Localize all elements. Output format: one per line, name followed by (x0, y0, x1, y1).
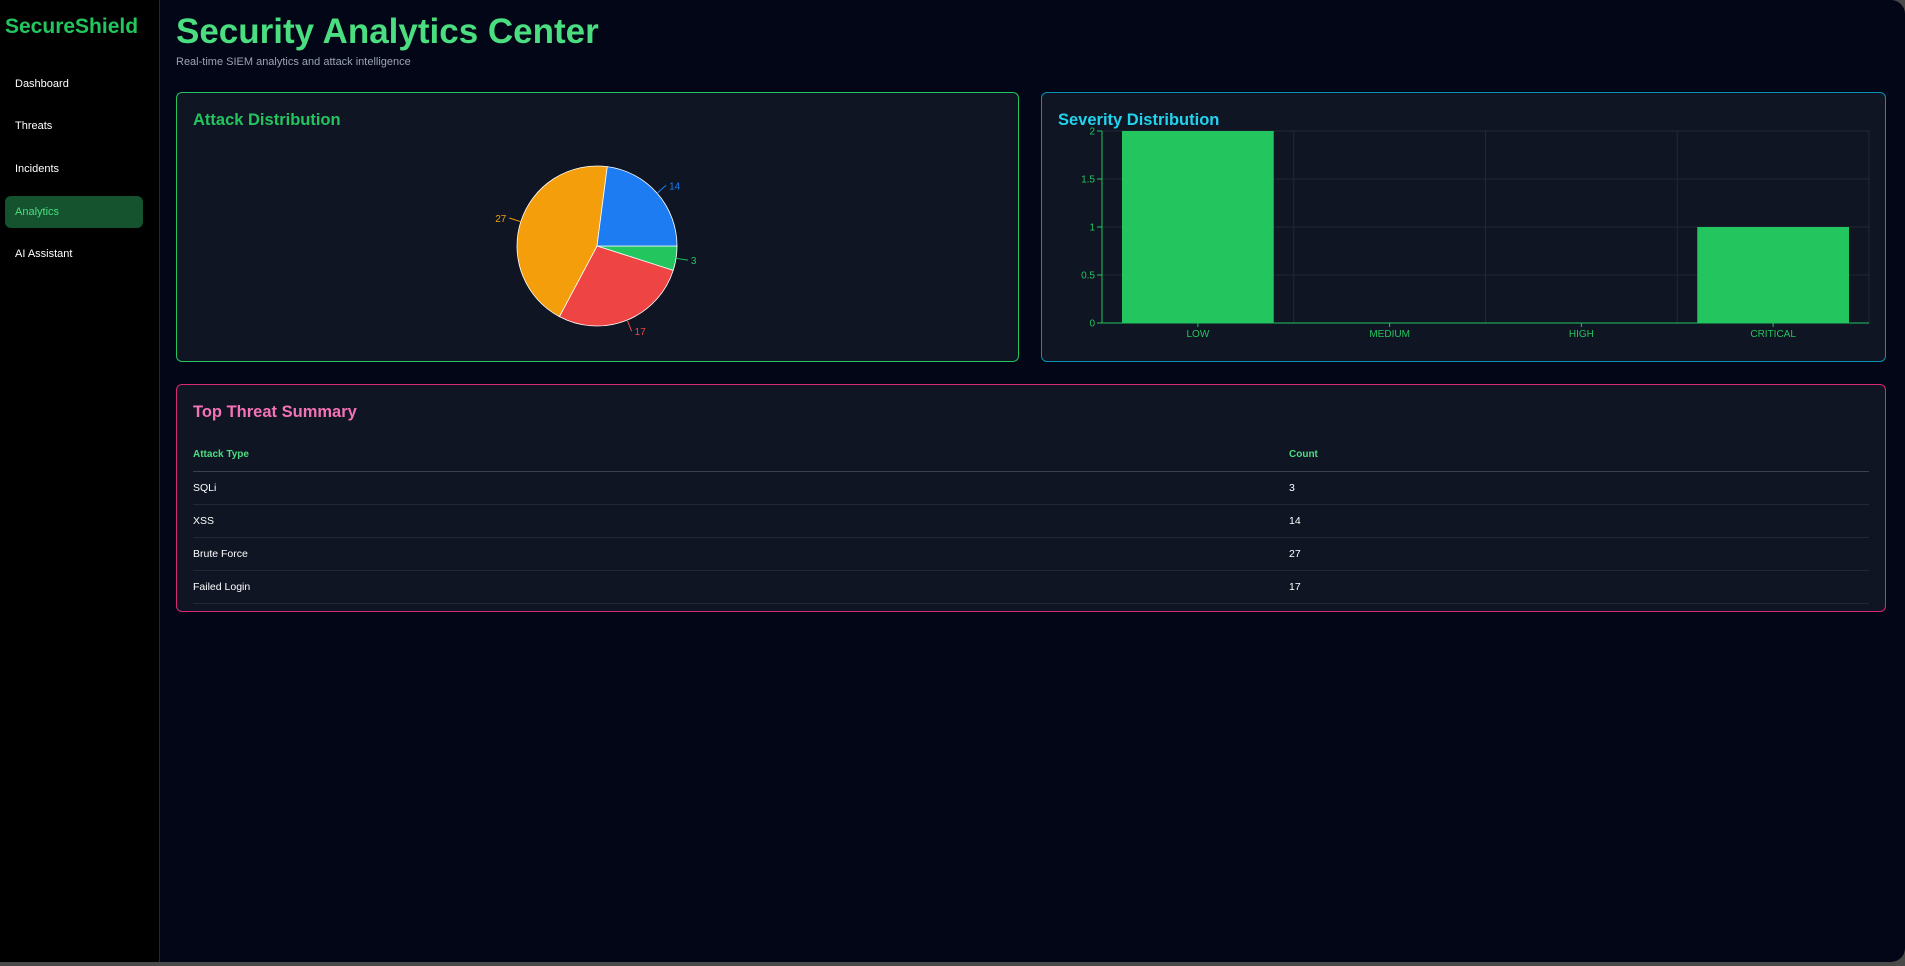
cell-attack-type: SQLi (193, 471, 1289, 505)
cell-attack-type: Failed Login (193, 570, 1289, 604)
cell-attack-type: Brute Force (193, 537, 1289, 571)
bar-low[interactable] (1122, 131, 1274, 323)
y-tick-label: 1.5 (1081, 175, 1095, 186)
table-header-row: Attack Type Count (193, 439, 1869, 472)
sidebar-item-analytics[interactable]: Analytics (5, 196, 143, 228)
table-row: XSS 14 (193, 504, 1869, 538)
table-row: Brute Force 27 (193, 537, 1869, 571)
pie-leader-line (675, 257, 688, 261)
sidebar-item-dashboard[interactable]: Dashboard (5, 68, 143, 100)
column-header-count: Count (1289, 439, 1869, 472)
pie-data-label: 14 (669, 181, 681, 192)
x-tick-label: MEDIUM (1369, 329, 1410, 340)
bar-critical[interactable] (1697, 227, 1849, 323)
y-tick-label: 0 (1089, 319, 1095, 330)
x-tick-label: CRITICAL (1750, 329, 1796, 340)
sidebar-item-incidents[interactable]: Incidents (5, 153, 143, 185)
cell-count: 17 (1289, 570, 1869, 604)
y-tick-label: 2 (1089, 127, 1095, 138)
top-threat-summary-title: Top Threat Summary (193, 403, 357, 421)
pie-leader-line (626, 319, 633, 332)
attack-distribution-card: Attack Distribution 3 17 27 14 (176, 92, 1019, 362)
brand-logo: SecureShield (5, 15, 139, 38)
page-subtitle: Real-time SIEM analytics and attack inte… (176, 56, 411, 68)
sidebar: SecureShield Dashboard Threats Incidents… (0, 0, 160, 962)
y-tick-label: 1 (1089, 223, 1095, 234)
pie-slice-xss[interactable] (596, 166, 678, 247)
table-row: Failed Login 17 (193, 570, 1869, 604)
top-threat-summary-card: Top Threat Summary Attack Type Count SQL… (176, 384, 1886, 612)
threat-summary-table: Attack Type Count SQLi 3 XSS 14 Brute Fo… (193, 439, 1869, 604)
cell-attack-type: XSS (193, 504, 1289, 538)
severity-distribution-card: Severity Distribution 0 0.5 1 1.5 2 LOW MEDIUM… (1041, 92, 1886, 362)
sidebar-item-threats[interactable]: Threats (5, 110, 143, 142)
severity-distribution-bar-chart: 0 0.5 1 1.5 2 LOW MEDIUM HIGH CRITICAL (1081, 127, 1870, 340)
page-title: Security Analytics Center (176, 12, 599, 51)
x-tick-label: LOW (1186, 329, 1209, 340)
column-header-attack-type: Attack Type (193, 439, 1289, 472)
table-row: SQLi 3 (193, 471, 1869, 505)
y-tick-label: 0.5 (1081, 271, 1095, 282)
pie-data-label: 17 (635, 327, 647, 338)
cell-count: 27 (1289, 537, 1869, 571)
pie-leader-line (509, 217, 521, 223)
cell-count: 3 (1289, 471, 1869, 505)
pie-data-label: 3 (691, 256, 697, 267)
x-tick-label: HIGH (1569, 329, 1594, 340)
pie-leader-line (656, 184, 667, 194)
pie-data-label: 27 (495, 214, 507, 225)
attack-distribution-pie-chart: 3 17 27 14 (495, 165, 697, 338)
app-window: SecureShield Dashboard Threats Incidents… (0, 0, 1905, 962)
sidebar-item-ai-assistant[interactable]: AI Assistant (5, 238, 143, 270)
cell-count: 14 (1289, 504, 1869, 538)
